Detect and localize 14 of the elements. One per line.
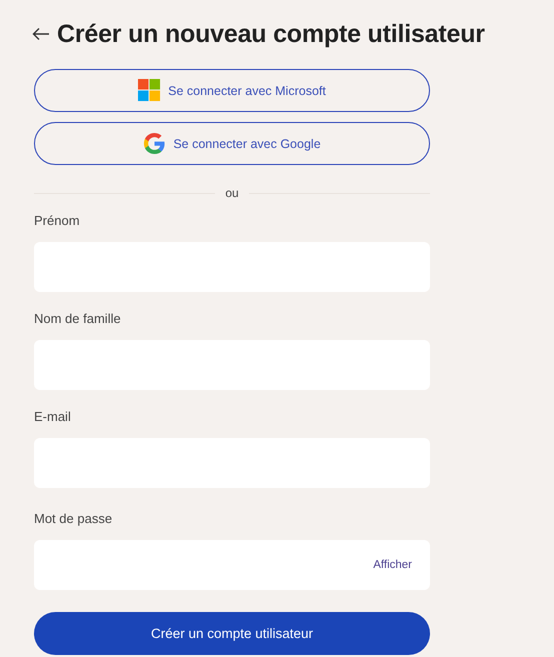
sign-in-button[interactable]: Se connecter avec Google — [34, 122, 430, 165]
field-label: Prénom — [34, 213, 81, 229]
field-label: Nom de famille — [34, 311, 122, 327]
field-label: Mot de passe — [34, 511, 114, 527]
create-account-button[interactable]: Créer un compte utilisateur — [34, 612, 430, 655]
divider-label: ou — [225, 186, 239, 200]
page-title: Créer un nouveau compte utilisateur — [57, 20, 485, 48]
sign-in-button[interactable]: Se connecter avec Microsoft — [34, 69, 430, 112]
field-label: E-mail — [34, 409, 72, 425]
arrow-left-icon — [32, 26, 50, 42]
show-password-link[interactable]: Afficher — [373, 559, 412, 571]
g-logo-icon — [143, 132, 166, 155]
input-field[interactable]: Afficher — [34, 540, 430, 590]
windows-logo-icon — [138, 79, 162, 102]
